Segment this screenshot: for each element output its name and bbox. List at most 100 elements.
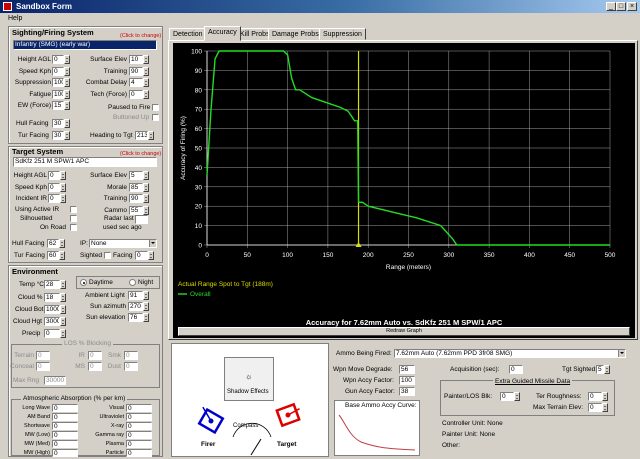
target-left-1-spinner[interactable] bbox=[60, 182, 66, 192]
atmos-left-2-input[interactable]: 0 bbox=[52, 422, 78, 430]
silhouetted-checkbox[interactable] bbox=[70, 215, 77, 222]
temp-input[interactable]: 28 bbox=[44, 280, 60, 289]
sun-el-spinner[interactable] bbox=[143, 313, 149, 322]
wpn-accy-input[interactable]: 100 bbox=[399, 376, 415, 385]
target-hull-spinner[interactable] bbox=[59, 239, 65, 248]
painter-input[interactable]: 0 bbox=[500, 392, 514, 401]
move-degrade-input[interactable]: 56 bbox=[399, 365, 415, 374]
sighting-right-2-input[interactable]: 4 bbox=[129, 78, 143, 87]
ammo-dropdown[interactable]: 7.62mm Auto (7.62mm PPD 3fr08 SMG) bbox=[394, 349, 626, 358]
heading-spinner[interactable] bbox=[148, 131, 154, 140]
sighting-left-0-input[interactable]: 0 bbox=[52, 55, 64, 64]
shadow-effects-box[interactable]: ☼ Shadow Effects bbox=[224, 357, 274, 401]
target-system-field[interactable]: SdKfz 251 M SPW/1 APC bbox=[13, 157, 157, 167]
menu-help[interactable]: Help bbox=[8, 15, 22, 22]
atmos-right-4-input[interactable]: 0 bbox=[126, 440, 152, 448]
night-radio[interactable] bbox=[129, 279, 136, 286]
sighting-left-3-input[interactable]: 100 bbox=[52, 89, 64, 99]
los-2-input[interactable]: 0 bbox=[124, 351, 138, 360]
target-left-1-input[interactable]: 0 bbox=[48, 182, 60, 192]
precip-input[interactable]: 0 bbox=[44, 329, 60, 338]
atmos-left-5-input[interactable]: 0 bbox=[52, 449, 78, 457]
max-terrain-spinner[interactable] bbox=[602, 403, 608, 412]
sighting-left-1-input[interactable]: 0 bbox=[52, 66, 64, 76]
target-right-2-spinner[interactable] bbox=[143, 194, 149, 203]
target-tur-spinner[interactable] bbox=[59, 251, 65, 260]
sighting-right-1-spinner[interactable] bbox=[143, 66, 149, 76]
sighting-change-hint[interactable]: (Click to change) bbox=[120, 33, 161, 39]
ammo-dropdown-arrow-icon[interactable] bbox=[618, 350, 625, 357]
sighting-left-2-spinner[interactable] bbox=[64, 78, 70, 87]
hull-facing-spinner[interactable] bbox=[64, 119, 70, 128]
sighting-right-3-spinner[interactable] bbox=[143, 89, 149, 99]
ambient-spinner[interactable] bbox=[143, 291, 149, 300]
max-terrain-input[interactable]: 0 bbox=[588, 403, 602, 412]
sighting-left-2-input[interactable]: 100 bbox=[52, 78, 64, 87]
target-right-3-spinner[interactable] bbox=[143, 205, 149, 215]
painter-spinner[interactable] bbox=[514, 392, 520, 401]
los-3-input[interactable]: 0 bbox=[36, 362, 50, 371]
sighting-left-0-spinner[interactable] bbox=[64, 55, 70, 64]
sighting-system-field[interactable]: Infantry (SMG) (early war) bbox=[13, 40, 157, 50]
cloud-pct-input[interactable]: 18 bbox=[44, 293, 60, 302]
tab-damage-probs[interactable]: Damage Probs bbox=[268, 28, 323, 40]
ambient-input[interactable]: 91 bbox=[128, 291, 143, 300]
on-road-checkbox[interactable] bbox=[70, 224, 77, 231]
atmos-right-0-input[interactable]: 0 bbox=[126, 404, 152, 412]
target-left-2-input[interactable]: 0 bbox=[48, 194, 60, 203]
target-right-1-input[interactable]: 85 bbox=[129, 182, 143, 192]
max-rng-input[interactable]: 30000 bbox=[44, 376, 66, 385]
daytime-radio[interactable] bbox=[80, 279, 87, 286]
target-hull-input[interactable]: 62 bbox=[47, 239, 59, 248]
target-right-0-spinner[interactable] bbox=[143, 171, 149, 180]
tab-suppression[interactable]: Suppression bbox=[319, 28, 366, 40]
los-4-input[interactable]: 0 bbox=[88, 362, 102, 371]
sighting-left-1-spinner[interactable] bbox=[64, 66, 70, 76]
ter-roughness-input[interactable]: 0 bbox=[588, 392, 602, 401]
atmos-left-1-input[interactable]: 0 bbox=[52, 413, 78, 421]
minimize-button[interactable]: _ bbox=[606, 2, 616, 11]
tgt-sighted-input[interactable]: 5 bbox=[596, 365, 604, 374]
atmos-right-3-input[interactable]: 0 bbox=[126, 431, 152, 439]
sun-el-input[interactable]: 76 bbox=[128, 313, 143, 322]
sighting-right-1-input[interactable]: 90 bbox=[129, 66, 143, 76]
tur-facing-input[interactable]: 30 bbox=[52, 131, 64, 140]
sighted-checkbox[interactable] bbox=[104, 252, 111, 259]
target-right-2-input[interactable]: 90 bbox=[129, 194, 143, 203]
tur-facing-spinner[interactable] bbox=[64, 131, 70, 140]
sighting-right-2-spinner[interactable] bbox=[143, 78, 149, 87]
sighting-right-0-spinner[interactable] bbox=[143, 55, 149, 64]
target-left-0-spinner[interactable] bbox=[60, 171, 66, 180]
redraw-graph-button[interactable]: Redraw Graph bbox=[178, 327, 630, 336]
cloud-bot-input[interactable]: 1000 bbox=[44, 305, 60, 314]
target-left-0-input[interactable]: 0 bbox=[48, 171, 60, 180]
cloud-hgt-spinner[interactable] bbox=[60, 317, 66, 326]
los-1-input[interactable]: 0 bbox=[88, 351, 102, 360]
cloud-pct-spinner[interactable] bbox=[60, 293, 66, 302]
atmos-left-3-input[interactable]: 0 bbox=[52, 431, 78, 439]
cloud-hgt-input[interactable]: 3000 bbox=[44, 317, 60, 326]
acquisition-input[interactable]: 0 bbox=[509, 365, 523, 374]
sighting-right-3-input[interactable]: 0 bbox=[129, 89, 143, 99]
facing-spinner[interactable] bbox=[148, 251, 154, 260]
sighting-left-4-input[interactable]: 15 bbox=[52, 101, 64, 110]
close-button[interactable]: × bbox=[627, 2, 637, 11]
atmos-left-4-input[interactable]: 0 bbox=[52, 440, 78, 448]
target-right-1-spinner[interactable] bbox=[143, 182, 149, 192]
precip-spinner[interactable] bbox=[60, 329, 66, 338]
sighting-left-3-spinner[interactable] bbox=[64, 89, 70, 99]
ip-dropdown[interactable]: None bbox=[89, 239, 157, 248]
target-right-3-input[interactable]: 55 bbox=[129, 205, 143, 215]
hull-facing-input[interactable]: 30 bbox=[52, 119, 64, 128]
tab-accuracy[interactable]: Accuracy bbox=[204, 26, 241, 41]
sighting-left-4-spinner[interactable] bbox=[64, 101, 70, 110]
temp-spinner[interactable] bbox=[60, 280, 66, 289]
target-left-2-spinner[interactable] bbox=[60, 194, 66, 203]
atmos-right-2-input[interactable]: 0 bbox=[126, 422, 152, 430]
maximize-button[interactable]: □ bbox=[616, 2, 626, 11]
cloud-bot-spinner[interactable] bbox=[60, 305, 66, 314]
using-ir-checkbox[interactable] bbox=[70, 206, 77, 213]
heading-input[interactable]: 213 bbox=[135, 131, 148, 140]
buttoned-checkbox[interactable] bbox=[152, 114, 159, 121]
radar-last-input[interactable] bbox=[135, 215, 148, 224]
